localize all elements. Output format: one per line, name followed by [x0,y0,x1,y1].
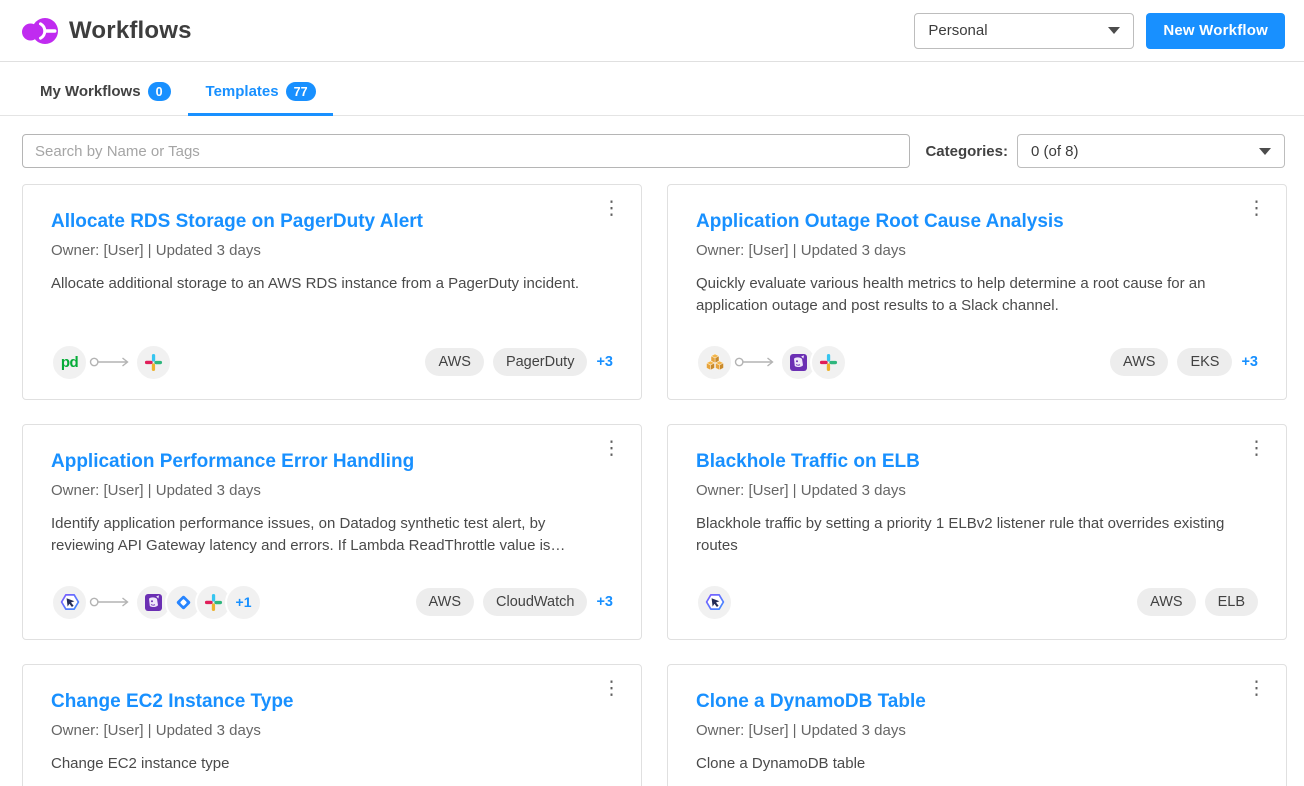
aws-icon [696,344,733,381]
card-description: Identify application performance issues,… [51,513,613,557]
card-connector-icons: pd [51,344,172,381]
new-workflow-button[interactable]: New Workflow [1146,13,1285,49]
connector-arrow-icon [89,355,133,369]
workflow-card[interactable]: ⋮ Application Performance Error Handling… [22,424,642,640]
tag-pill: AWS [425,348,484,376]
card-menu-kebab-icon[interactable]: ⋮ [1241,197,1272,220]
card-description: Blackhole traffic by setting a priority … [696,513,1258,557]
more-tags-link[interactable]: +3 [1241,354,1258,370]
workflow-card[interactable]: ⋮ Allocate RDS Storage on PagerDuty Aler… [22,184,642,400]
cards-grid: ⋮ Allocate RDS Storage on PagerDuty Aler… [0,168,1304,786]
card-meta: Owner: [User] | Updated 3 days [51,722,613,739]
chevron-down-icon [1108,27,1120,34]
card-menu-kebab-icon[interactable]: ⋮ [596,437,627,460]
pagerduty-icon: pd [51,344,88,381]
card-title[interactable]: Application Outage Root Cause Analysis [696,210,1258,233]
workflow-card[interactable]: ⋮ Change EC2 Instance Type Owner: [User]… [22,664,642,786]
card-menu-kebab-icon[interactable]: ⋮ [596,677,627,700]
more-tags-link[interactable]: +3 [596,354,613,370]
workflow-card[interactable]: ⋮ Blackhole Traffic on ELB Owner: [User]… [667,424,1287,640]
card-title[interactable]: Blackhole Traffic on ELB [696,450,1258,473]
card-description: Change EC2 instance type [51,753,613,775]
more-icons-chip[interactable]: +1 [225,584,262,621]
slack-icon [810,344,847,381]
card-meta: Owner: [User] | Updated 3 days [51,482,613,499]
workspace-select[interactable]: Personal [914,13,1134,49]
card-tags: AWS CloudWatch +3 [416,588,614,616]
card-menu-kebab-icon[interactable]: ⋮ [1241,677,1272,700]
tab-label: Templates [206,83,279,100]
chevron-down-icon [1259,148,1271,155]
card-menu-kebab-icon[interactable]: ⋮ [596,197,627,220]
categories-select-value: 0 (of 8) [1031,143,1079,160]
card-tags: AWS EKS +3 [1110,348,1258,376]
slack-icon [135,344,172,381]
connector-arrow-icon [734,355,778,369]
card-meta: Owner: [User] | Updated 3 days [696,242,1258,259]
app-header: Workflows Personal New Workflow [0,0,1304,62]
card-meta: Owner: [User] | Updated 3 days [696,722,1258,739]
page-title: Workflows [69,17,192,45]
tag-pill: PagerDuty [493,348,588,376]
card-menu-kebab-icon[interactable]: ⋮ [1241,437,1272,460]
card-title[interactable]: Clone a DynamoDB Table [696,690,1258,713]
card-title[interactable]: Allocate RDS Storage on PagerDuty Alert [51,210,613,233]
card-connector-icons: +1 [51,584,262,621]
tag-pill: CloudWatch [483,588,587,616]
card-description: Allocate additional storage to an AWS RD… [51,273,613,295]
tab-count-badge: 77 [286,82,316,101]
tab-count-badge: 0 [148,82,171,101]
card-connector-icons [696,584,733,621]
card-meta: Owner: [User] | Updated 3 days [51,242,613,259]
tag-pill: AWS [416,588,475,616]
search-input[interactable] [22,134,910,168]
tag-pill: AWS [1110,348,1169,376]
card-title[interactable]: Application Performance Error Handling [51,450,613,473]
card-tags: AWS ELB [1137,588,1258,616]
tab-label: My Workflows [40,83,141,100]
more-tags-link[interactable]: +3 [596,594,613,610]
card-tags: AWS PagerDuty +3 [425,348,613,376]
tab-templates[interactable]: Templates 77 [188,82,333,116]
card-title[interactable]: Change EC2 Instance Type [51,690,613,713]
workflow-card[interactable]: ⋮ Application Outage Root Cause Analysis… [667,184,1287,400]
synthetic-monitor-icon [51,584,88,621]
tag-pill: AWS [1137,588,1196,616]
workflow-card[interactable]: ⋮ Clone a DynamoDB Table Owner: [User] |… [667,664,1287,786]
tabs-bar: My Workflows 0 Templates 77 [0,62,1304,116]
app-logo-icon [22,15,59,47]
workspace-select-value: Personal [928,22,987,39]
filter-bar: Categories: 0 (of 8) [0,116,1304,168]
tag-pill: EKS [1177,348,1232,376]
card-connector-icons [696,344,847,381]
card-description: Clone a DynamoDB table [696,753,1258,775]
card-meta: Owner: [User] | Updated 3 days [696,482,1258,499]
synthetic-monitor-icon [696,584,733,621]
card-description: Quickly evaluate various health metrics … [696,273,1258,317]
connector-arrow-icon [89,595,133,609]
categories-select[interactable]: 0 (of 8) [1017,134,1285,168]
tab-my-workflows[interactable]: My Workflows 0 [22,82,188,116]
categories-label: Categories: [925,143,1008,160]
tag-pill: ELB [1205,588,1258,616]
